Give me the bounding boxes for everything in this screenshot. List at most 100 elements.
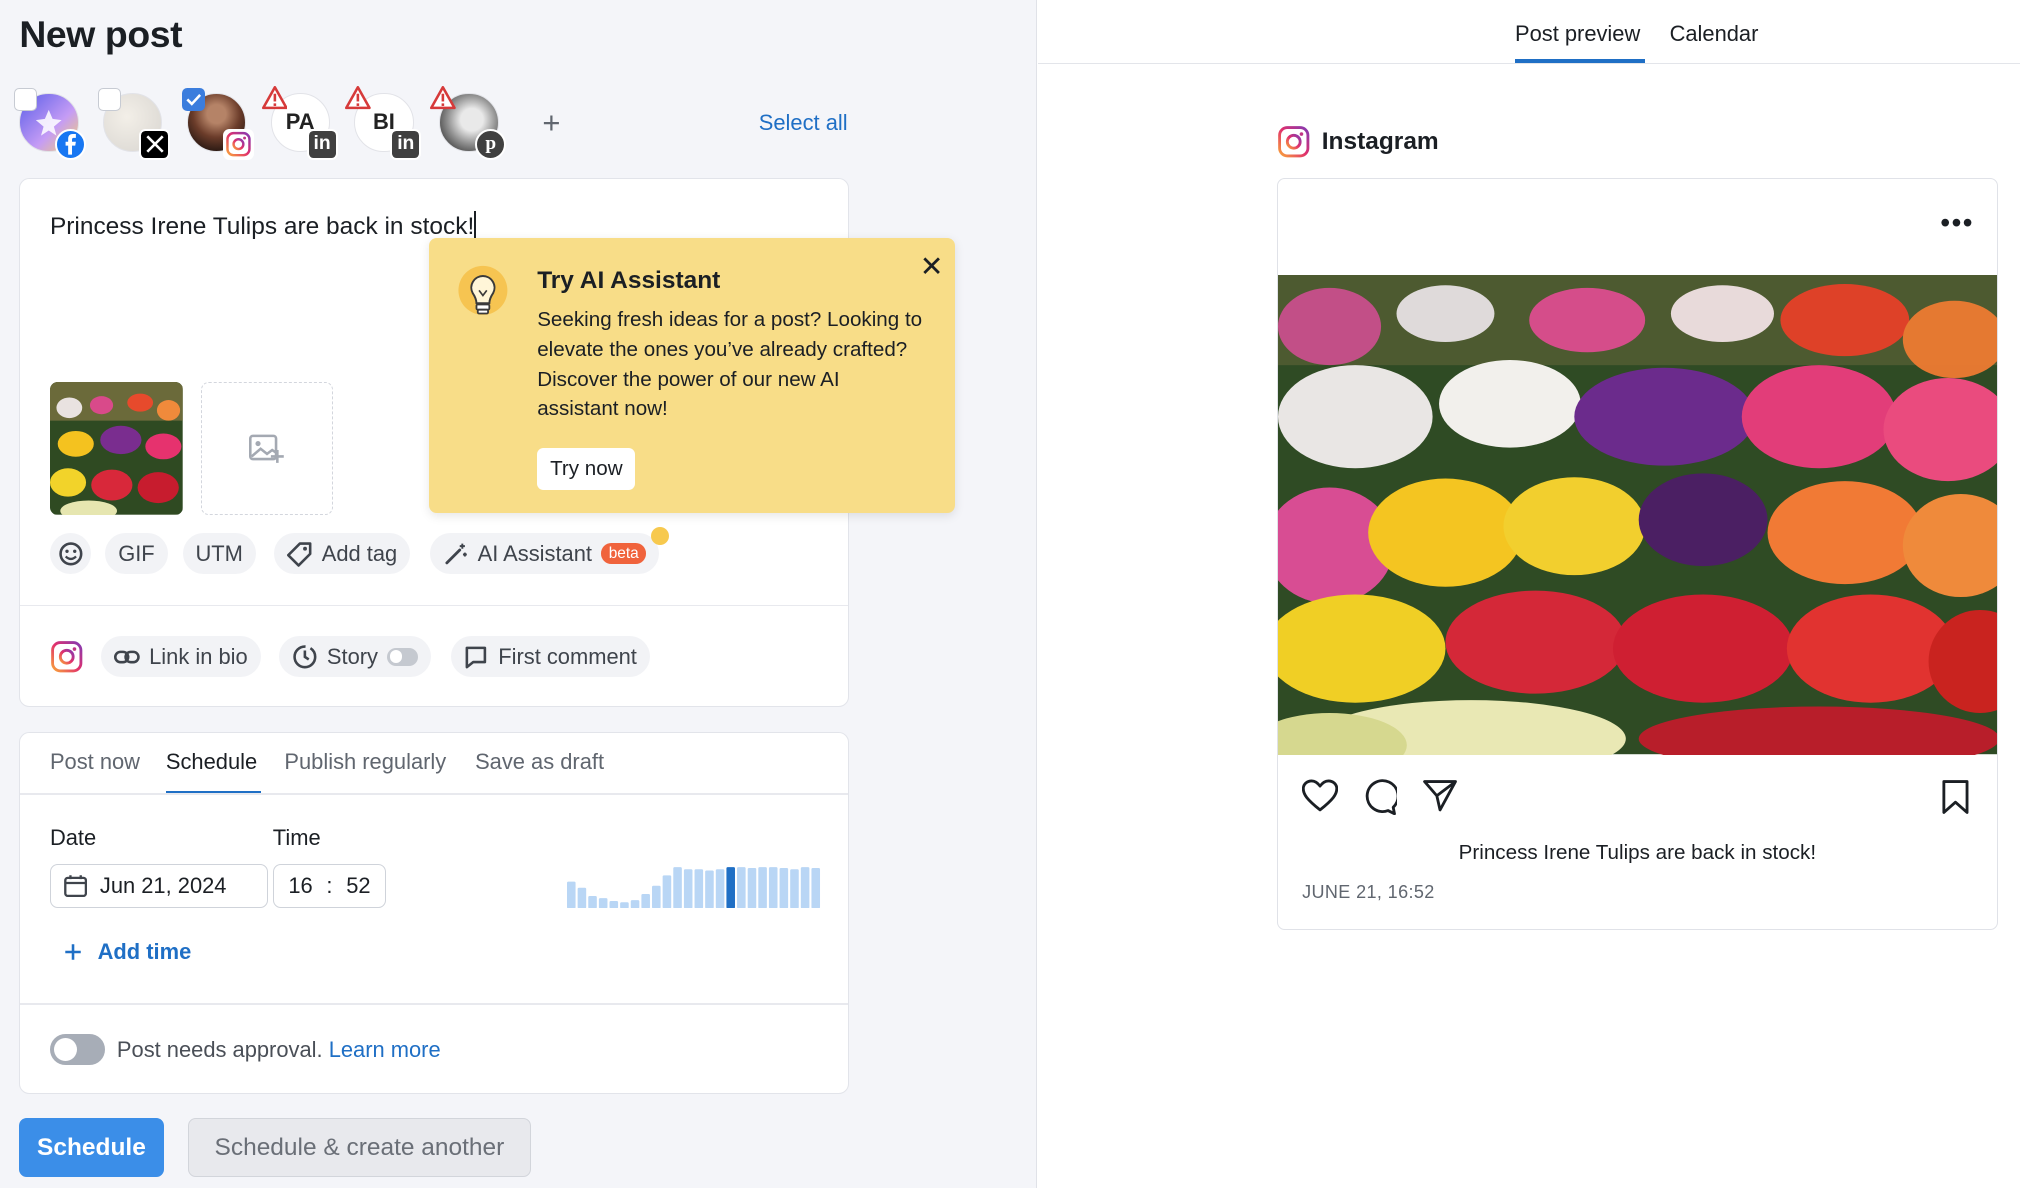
tab-post-preview[interactable]: Post preview (1515, 21, 1640, 47)
add-account-button[interactable]: + (542, 105, 560, 140)
activity-bar (630, 899, 639, 908)
history-icon (293, 645, 317, 669)
more-options-icon[interactable]: ••• (1940, 207, 1974, 240)
activity-bar (577, 887, 586, 908)
activity-bar (694, 868, 703, 908)
account-linkedin-bi[interactable]: BI in (345, 86, 422, 160)
tab-save-as-draft[interactable]: Save as draft (475, 749, 604, 775)
date-label: Date (49, 825, 97, 851)
add-time-button[interactable]: Add time (64, 939, 191, 965)
activity-bar (598, 897, 607, 908)
comment-icon[interactable] (1361, 779, 1398, 816)
pinterest-icon: p (475, 128, 507, 160)
account-x[interactable] (97, 87, 171, 160)
schedule-card: Post now Schedule Publish regularly Save… (19, 731, 849, 1094)
activity-bar (747, 867, 756, 908)
select-all-link[interactable]: Select all (759, 110, 848, 136)
account-pinterest[interactable]: p (430, 86, 507, 160)
date-picker[interactable]: Jun 21, 2024 (49, 864, 268, 908)
tab-publish-regularly[interactable]: Publish regularly (284, 749, 446, 775)
divider (20, 793, 848, 795)
schedule-and-create-another-button[interactable]: Schedule & create another (188, 1118, 531, 1178)
ai-assistant-button[interactable]: AI Assistant beta (429, 533, 660, 575)
first-comment-button[interactable]: First comment (450, 636, 650, 678)
popup-body: Seeking fresh ideas for a post? Looking … (537, 308, 923, 421)
text-caret (474, 210, 476, 240)
best-time-chart (566, 866, 820, 908)
lightbulb-icon (458, 265, 508, 315)
activity-bar-selected (725, 866, 735, 908)
heart-icon[interactable] (1302, 779, 1339, 812)
account-instagram[interactable] (181, 87, 254, 160)
add-media-button[interactable] (200, 382, 334, 515)
try-now-button[interactable]: Try now (537, 448, 636, 490)
account-checkbox[interactable] (97, 87, 122, 111)
divider (20, 605, 848, 607)
notification-dot (650, 526, 669, 545)
warning-icon (430, 86, 457, 110)
linkedin-icon: in (390, 128, 422, 160)
tab-calendar[interactable]: Calendar (1670, 21, 1759, 47)
instagram-icon (222, 128, 254, 160)
hour-field[interactable]: 16 (288, 873, 312, 899)
activity-bar (715, 868, 724, 908)
account-facebook[interactable] (14, 87, 87, 160)
divider (20, 1003, 848, 1005)
approval-toggle[interactable] (49, 1034, 106, 1066)
post-image (1277, 275, 1998, 755)
divider (1038, 63, 2020, 65)
instagram-icon (51, 641, 83, 673)
media-thumbnail[interactable] (49, 382, 183, 515)
magic-wand-icon (445, 543, 467, 565)
minute-field[interactable]: 52 (346, 873, 370, 899)
ai-assistant-popup: Try AI Assistant Seeking fresh ideas for… (428, 238, 955, 513)
share-icon[interactable] (1422, 779, 1458, 812)
activity-bar (800, 866, 809, 908)
comment-icon (466, 646, 487, 669)
link-in-bio-button[interactable]: Link in bio (101, 636, 261, 678)
account-linkedin-pa[interactable]: PA in (261, 86, 338, 160)
activity-bar (587, 895, 597, 908)
story-toggle[interactable]: Story (279, 636, 431, 678)
time-label: Time (272, 825, 321, 851)
story-switch[interactable] (387, 647, 418, 666)
account-checkbox[interactable] (14, 87, 38, 111)
page-title: New post (19, 12, 183, 55)
gif-button[interactable]: GIF (105, 533, 168, 575)
time-picker[interactable]: 16 : 52 (272, 864, 387, 908)
activity-bar (651, 885, 661, 908)
activity-bar (683, 868, 693, 908)
tab-schedule[interactable]: Schedule (166, 749, 257, 775)
activity-bar (619, 901, 629, 908)
composer-pane: New post PA in BI in p + Select all Prin… (0, 0, 1038, 1188)
smiley-icon (58, 542, 83, 566)
activity-bar (672, 866, 682, 908)
calendar-icon (63, 875, 87, 898)
activity-bar (757, 866, 767, 908)
preview-caption: Princess Irene Tulips are back in stock! (1458, 840, 1817, 864)
add-tag-button[interactable]: Add tag (274, 533, 411, 575)
post-text-input[interactable]: Princess Irene Tulips are back in stock! (50, 210, 476, 241)
linkedin-icon: in (306, 128, 338, 160)
plus-icon (65, 944, 81, 960)
add-image-icon (248, 434, 284, 463)
preview-pane: Post preview Calendar Instagram ••• Prin… (1038, 0, 2020, 1188)
account-checkbox-checked[interactable] (181, 87, 205, 111)
utm-button[interactable]: UTM (182, 533, 256, 575)
preview-network-title: Instagram (1321, 127, 1439, 155)
x-icon (139, 128, 171, 160)
learn-more-link[interactable]: Learn more (329, 1037, 441, 1062)
activity-bar (704, 869, 714, 908)
activity-bar (810, 867, 820, 908)
activity-bar (789, 868, 799, 908)
bookmark-icon[interactable] (1940, 779, 1971, 815)
activity-bar (609, 900, 618, 908)
tag-icon (286, 542, 312, 567)
facebook-icon (55, 128, 87, 160)
warning-icon (261, 86, 288, 110)
time-separator: : (326, 873, 333, 898)
schedule-button[interactable]: Schedule (19, 1118, 164, 1178)
tab-post-now[interactable]: Post now (50, 749, 140, 775)
close-icon[interactable]: ✕ (920, 250, 944, 284)
emoji-button[interactable] (49, 533, 92, 575)
